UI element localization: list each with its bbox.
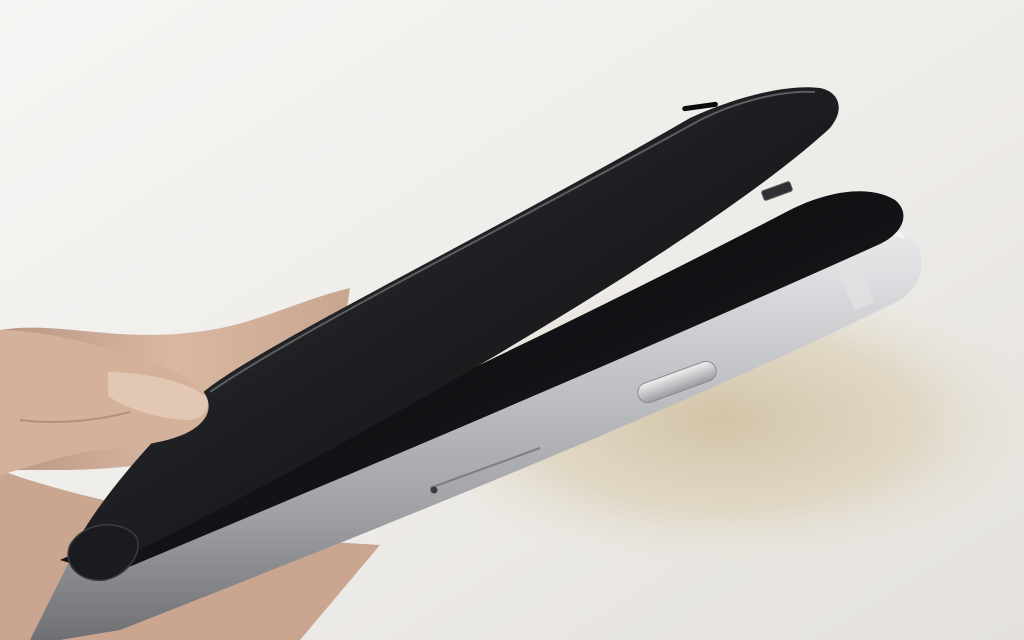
phone-photo	[0, 0, 1024, 640]
sim-eject-hole-icon	[430, 486, 438, 494]
photo-scene	[0, 0, 1024, 640]
